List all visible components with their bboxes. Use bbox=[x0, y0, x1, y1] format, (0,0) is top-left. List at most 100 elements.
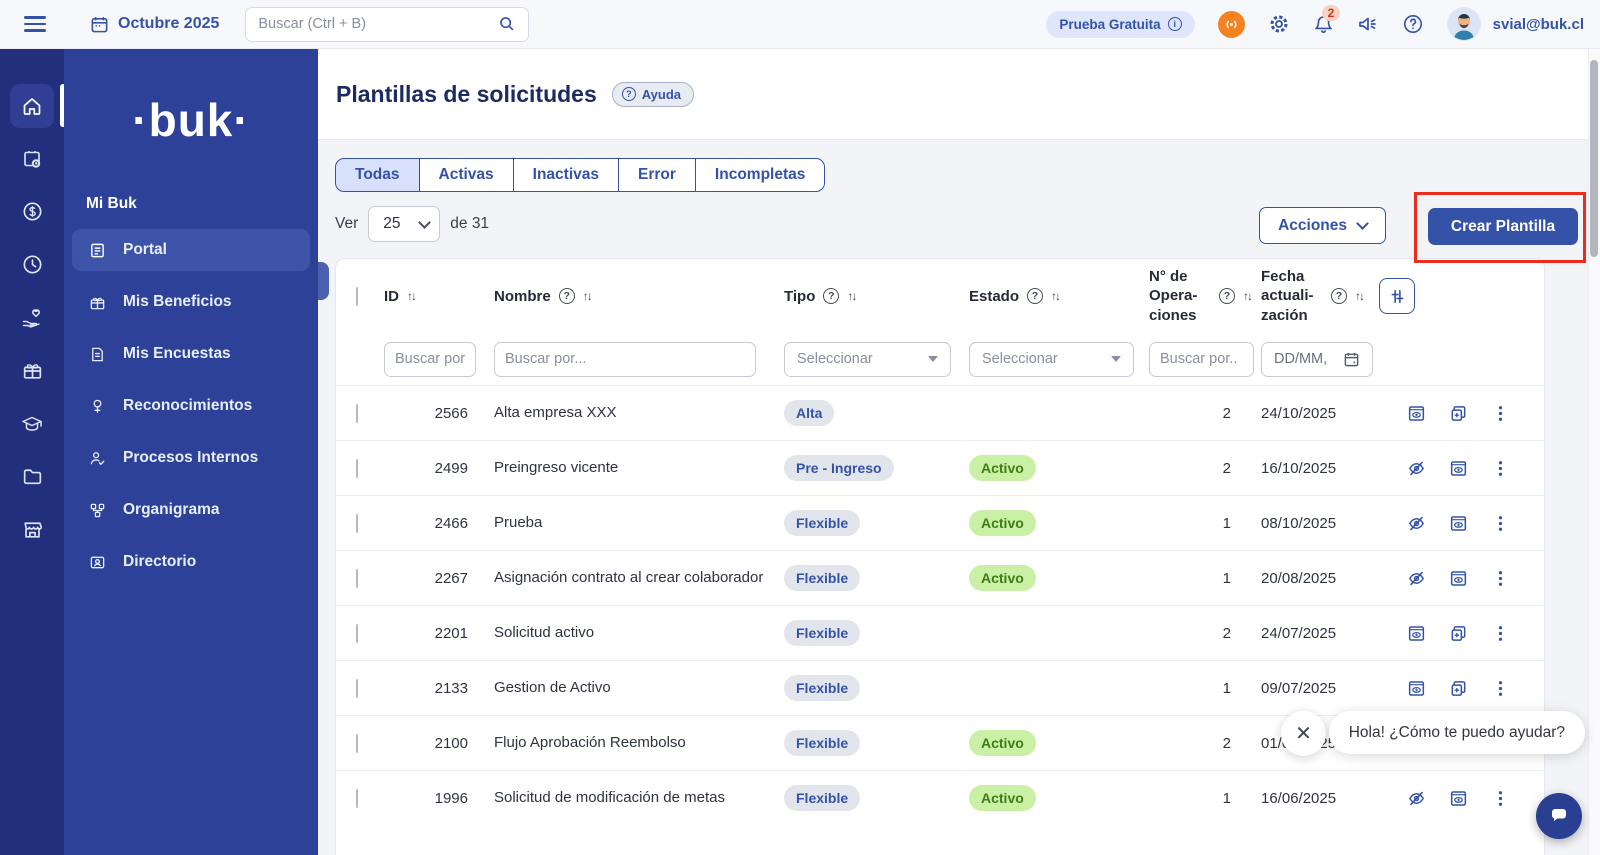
rail-item-home[interactable] bbox=[0, 79, 64, 132]
rail-item-company[interactable] bbox=[0, 503, 64, 556]
scrollbar-thumb[interactable] bbox=[1590, 60, 1598, 257]
global-search[interactable] bbox=[245, 7, 529, 42]
tab-inactivas[interactable]: Inactivas bbox=[513, 158, 619, 192]
rail-item-documents[interactable] bbox=[0, 450, 64, 503]
kebab-menu-icon[interactable] bbox=[1491, 569, 1510, 588]
preview-eye-icon[interactable] bbox=[1449, 569, 1468, 588]
row-checkbox[interactable] bbox=[356, 569, 358, 588]
sort-icon[interactable]: ↑↓ bbox=[1355, 289, 1363, 303]
duplicate-icon[interactable] bbox=[1449, 624, 1468, 643]
dropdown-arrow-icon bbox=[928, 356, 938, 362]
row-checkbox[interactable] bbox=[356, 679, 358, 698]
rail-item-wellbeing[interactable] bbox=[0, 291, 64, 344]
settings-gear-icon[interactable] bbox=[1268, 13, 1290, 35]
sidebar-item-organigrama[interactable]: Organigrama bbox=[72, 489, 310, 531]
chat-greeting-bubble[interactable]: Hola! ¿Cómo te puedo ayudar? bbox=[1329, 711, 1585, 754]
help-circle-icon[interactable]: ? bbox=[823, 288, 839, 304]
filter-status-select[interactable]: Seleccionar bbox=[969, 342, 1134, 377]
sidebar-item-portal[interactable]: Portal bbox=[72, 229, 310, 271]
sidebar-collapse-handle[interactable] bbox=[318, 262, 329, 300]
row-checkbox[interactable] bbox=[356, 459, 358, 478]
filter-operations-input[interactable] bbox=[1149, 342, 1254, 377]
column-settings-button[interactable] bbox=[1379, 278, 1415, 314]
table-body: 2566Alta empresa XXXAlta224/10/20252499P… bbox=[336, 385, 1544, 825]
preview-eye-icon[interactable] bbox=[1449, 514, 1468, 533]
sidebar-item-directorio[interactable]: Directorio bbox=[72, 541, 310, 583]
filter-name-input[interactable] bbox=[494, 342, 756, 377]
search-icon[interactable] bbox=[498, 15, 516, 33]
tab-activas[interactable]: Activas bbox=[419, 158, 514, 192]
tab-incompletas[interactable]: Incompletas bbox=[695, 158, 825, 192]
kebab-menu-icon[interactable] bbox=[1491, 789, 1510, 808]
col-header-nombre: Nombre bbox=[494, 288, 551, 305]
row-checkbox[interactable] bbox=[356, 404, 358, 423]
scrollbar-track[interactable] bbox=[1588, 49, 1600, 855]
sort-icon[interactable]: ↑↓ bbox=[407, 289, 415, 303]
notifications-bell-icon[interactable]: 2 bbox=[1313, 14, 1334, 35]
kebab-menu-icon[interactable] bbox=[1491, 459, 1510, 478]
row-checkbox[interactable] bbox=[356, 624, 358, 643]
row-checkbox[interactable] bbox=[356, 734, 358, 753]
help-circle-icon[interactable]: ? bbox=[559, 288, 575, 304]
user-email[interactable]: svial@buk.cl bbox=[1493, 16, 1584, 33]
filter-date-input[interactable]: DD/MM, bbox=[1261, 342, 1373, 377]
deactivate-eye-slash-icon[interactable] bbox=[1407, 514, 1426, 533]
help-icon[interactable] bbox=[1402, 13, 1424, 35]
menu-toggle-icon[interactable] bbox=[24, 12, 46, 35]
deactivate-eye-slash-icon[interactable] bbox=[1407, 459, 1426, 478]
preview-eye-icon[interactable] bbox=[1407, 404, 1426, 423]
announcements-megaphone-icon[interactable] bbox=[1357, 13, 1379, 35]
row-checkbox[interactable] bbox=[356, 789, 358, 808]
duplicate-icon[interactable] bbox=[1449, 679, 1468, 698]
dropdown-arrow-icon bbox=[1111, 356, 1121, 362]
preview-eye-icon[interactable] bbox=[1407, 679, 1426, 698]
rail-item-benefits[interactable] bbox=[0, 344, 64, 397]
deactivate-eye-slash-icon[interactable] bbox=[1407, 789, 1426, 808]
sort-icon[interactable]: ↑↓ bbox=[583, 289, 591, 303]
rail-item-time[interactable] bbox=[0, 238, 64, 291]
rail-item-tasks[interactable] bbox=[0, 132, 64, 185]
create-template-button[interactable]: Crear Plantilla bbox=[1428, 208, 1578, 245]
help-circle-icon[interactable]: ? bbox=[1331, 288, 1347, 304]
help-badge[interactable]: ? Ayuda bbox=[612, 82, 694, 107]
trial-badge[interactable]: Prueba Gratuita i bbox=[1046, 11, 1194, 38]
support-chat-icon[interactable] bbox=[1218, 11, 1245, 38]
kebab-menu-icon[interactable] bbox=[1491, 404, 1510, 423]
preview-eye-icon[interactable] bbox=[1407, 624, 1426, 643]
tab-todas[interactable]: Todas bbox=[335, 158, 420, 192]
filter-type-select[interactable]: Seleccionar bbox=[784, 342, 951, 377]
sort-icon[interactable]: ↑↓ bbox=[1243, 289, 1251, 303]
kebab-menu-icon[interactable] bbox=[1491, 514, 1510, 533]
sidebar-item-reconocimientos[interactable]: Reconocimientos bbox=[72, 385, 310, 427]
rail-item-training[interactable] bbox=[0, 397, 64, 450]
cell-id: 1996 bbox=[384, 790, 494, 807]
tab-error[interactable]: Error bbox=[618, 158, 696, 192]
period-selector[interactable]: Octubre 2025 bbox=[90, 15, 219, 34]
sort-icon[interactable]: ↑↓ bbox=[847, 289, 855, 303]
filter-id-input[interactable] bbox=[384, 342, 476, 377]
kebab-menu-icon[interactable] bbox=[1491, 624, 1510, 643]
table-header-row: ID ↑↓ Nombre ? ↑↓ Tipo ? ↑↓ Estado ? ↑↓ … bbox=[336, 259, 1544, 333]
help-circle-icon[interactable]: ? bbox=[1027, 288, 1043, 304]
sidebar-item-mis-encuestas[interactable]: Mis Encuestas bbox=[72, 333, 310, 375]
select-all-checkbox[interactable] bbox=[356, 287, 358, 306]
duplicate-icon[interactable] bbox=[1449, 404, 1468, 423]
user-avatar[interactable] bbox=[1447, 7, 1481, 41]
rail-item-payments[interactable] bbox=[0, 185, 64, 238]
preview-eye-icon[interactable] bbox=[1449, 459, 1468, 478]
sort-icon[interactable]: ↑↓ bbox=[1051, 289, 1059, 303]
chat-launcher-button[interactable] bbox=[1536, 793, 1582, 839]
table-filter-row: Seleccionar Seleccionar DD/MM, bbox=[336, 333, 1544, 385]
sidebar-item-mis-beneficios[interactable]: Mis Beneficios bbox=[72, 281, 310, 323]
deactivate-eye-slash-icon[interactable] bbox=[1407, 569, 1426, 588]
actions-button[interactable]: Acciones bbox=[1259, 207, 1386, 244]
row-actions bbox=[1379, 679, 1544, 698]
preview-eye-icon[interactable] bbox=[1449, 789, 1468, 808]
page-size-select[interactable]: 25 bbox=[368, 206, 440, 242]
chat-close-button[interactable]: ✕ bbox=[1281, 711, 1326, 756]
search-input[interactable] bbox=[258, 16, 498, 32]
kebab-menu-icon[interactable] bbox=[1491, 679, 1510, 698]
row-checkbox[interactable] bbox=[356, 514, 358, 533]
help-circle-icon[interactable]: ? bbox=[1219, 288, 1235, 304]
sidebar-item-procesos-internos[interactable]: Procesos Internos bbox=[72, 437, 310, 479]
